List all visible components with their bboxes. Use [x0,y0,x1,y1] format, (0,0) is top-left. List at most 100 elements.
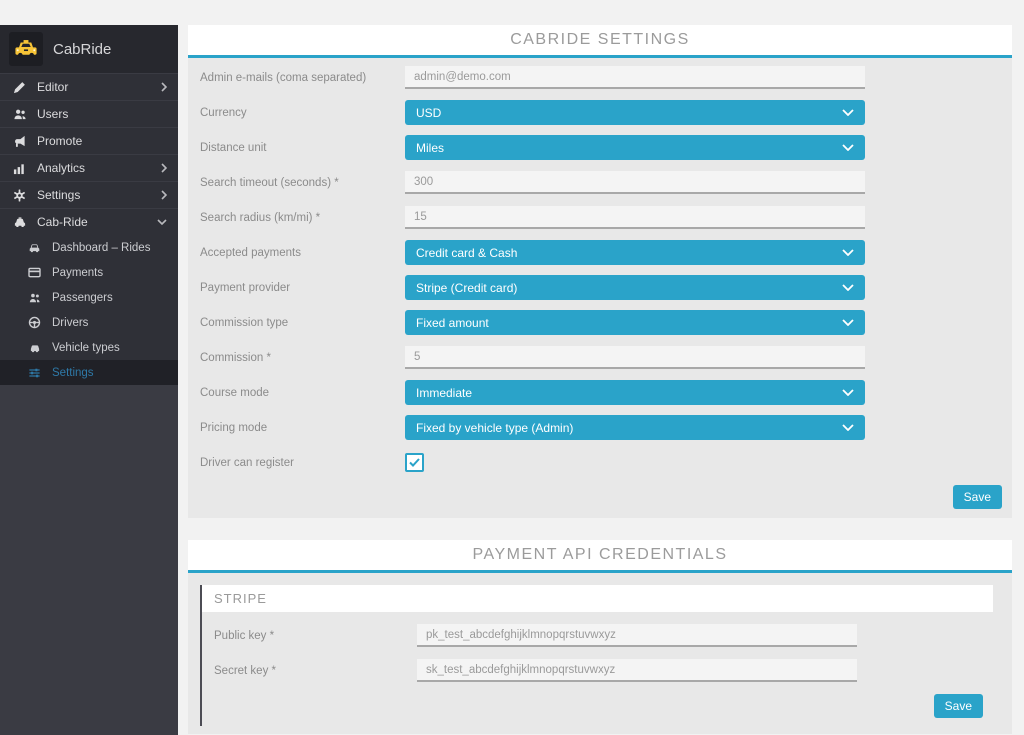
sidebar-item-label: Cab-Ride [37,215,88,229]
chevron-right-icon [161,190,167,200]
chevron-right-icon [161,82,167,92]
sliders-icon [26,367,43,379]
sidebar-subitem-label: Passengers [52,292,113,304]
payment-provider-select[interactable]: Stripe (Credit card) [405,275,865,300]
app-logo[interactable]: CabRide [0,25,178,73]
form-row: Driver can register [200,445,1002,480]
sidebar-item-promote[interactable]: Promote [0,127,178,154]
field-label: Driver can register [200,457,405,469]
field-label: Commission * [200,352,405,364]
field-label: Distance unit [200,142,405,154]
taxi-logo-icon [9,32,43,66]
check-icon [409,458,420,467]
form-row: Admin e-mails (coma separated) [200,60,1002,95]
stripe-group: STRIPE Public key * Secret key * Save [200,585,993,726]
sidebar-subitem-payments[interactable]: Payments [0,260,178,285]
sidebar-subitem-drivers[interactable]: Drivers [0,310,178,335]
sidebar-subitem-vehicle-types[interactable]: Vehicle types [0,335,178,360]
chevron-down-icon [842,144,854,151]
form-row: Distance unit Miles [200,130,1002,165]
sidebar-item-label: Editor [37,80,68,94]
field-label: Admin e-mails (coma separated) [200,72,405,84]
select-value: Credit card & Cash [416,246,517,260]
select-value: Stripe (Credit card) [416,281,517,295]
field-label: Commission type [200,317,405,329]
course-mode-select[interactable]: Immediate [405,380,865,405]
sidebar-item-users[interactable]: Users [0,100,178,127]
payment-api-credentials-panel: STRIPE Public key * Secret key * Save [188,573,1012,734]
accepted-payments-select[interactable]: Credit card & Cash [405,240,865,265]
admin-emails-input[interactable] [405,66,865,89]
field-label: Currency [200,107,405,119]
sidebar-subitem-label: Vehicle types [52,342,120,354]
select-value: Fixed by vehicle type (Admin) [416,421,573,435]
sidebar-subitem-label: Dashboard – Rides [52,242,150,254]
sidebar-subitem-label: Drivers [52,317,88,329]
secret-key-input[interactable] [417,659,857,682]
select-value: Fixed amount [416,316,489,330]
chevron-down-icon [842,249,854,256]
chevron-right-icon [161,163,167,173]
sidebar-item-cab-ride[interactable]: Cab-Ride [0,208,178,235]
sidebar-subitem-dashboard-rides[interactable]: Dashboard – Rides [0,235,178,260]
pencil-icon [11,81,28,94]
stripe-group-header: STRIPE [202,585,993,612]
form-row: Payment provider Stripe (Credit card) [200,270,1002,305]
main-content: CABRIDE SETTINGS Admin e-mails (coma sep… [188,25,1012,734]
sidebar-subitem-label: Payments [52,267,103,279]
payment-api-credentials-header: PAYMENT API CREDENTIALS [188,540,1012,573]
sidebar-subitem-passengers[interactable]: Passengers [0,285,178,310]
sidebar: CabRide Editor Users Promote [0,25,178,735]
form-row: Commission * [200,340,1002,375]
chevron-down-icon [157,219,167,225]
search-radius-input[interactable] [405,206,865,229]
sidebar-item-editor[interactable]: Editor [0,73,178,100]
commission-input[interactable] [405,346,865,369]
distance-unit-select[interactable]: Miles [405,135,865,160]
chevron-down-icon [842,389,854,396]
field-label: Pricing mode [200,422,405,434]
gear-icon [11,189,28,202]
search-timeout-input[interactable] [405,171,865,194]
form-row: Commission type Fixed amount [200,305,1002,340]
chevron-down-icon [842,284,854,291]
sidebar-item-settings[interactable]: Settings [0,181,178,208]
field-label: Search timeout (seconds) * [200,177,405,189]
form-row: Pricing mode Fixed by vehicle type (Admi… [200,410,1002,445]
sidebar-subitem-label: Settings [52,367,94,379]
sidebar-item-label: Promote [37,134,82,148]
app-title: CabRide [53,41,111,58]
driver-can-register-checkbox[interactable] [405,453,424,472]
commission-type-select[interactable]: Fixed amount [405,310,865,335]
sidebar-item-label: Users [37,107,68,121]
group-title: STRIPE [214,591,267,606]
currency-select[interactable]: USD [405,100,865,125]
sidebar-item-label: Settings [37,188,80,202]
sidebar-item-analytics[interactable]: Analytics [0,154,178,181]
sidebar-item-label: Analytics [37,161,85,175]
field-label: Course mode [200,387,405,399]
users-icon [11,108,28,121]
field-label: Secret key * [214,665,417,677]
form-row: Public key * [214,618,993,653]
passengers-icon [26,292,43,304]
field-label: Public key * [214,630,417,642]
sidebar-menu: Editor Users Promote Analytics [0,73,178,385]
taxi-icon [11,216,28,229]
field-label: Payment provider [200,282,405,294]
section-title: PAYMENT API CREDENTIALS [473,546,728,564]
public-key-input[interactable] [417,624,857,647]
credit-card-icon [26,267,43,278]
chevron-down-icon [842,109,854,116]
pricing-mode-select[interactable]: Fixed by vehicle type (Admin) [405,415,865,440]
bullhorn-icon [11,135,28,148]
section-title: CABRIDE SETTINGS [510,31,690,49]
form-row: Secret key * [214,653,993,688]
car-icon [26,342,43,354]
form-row: Search timeout (seconds) * [200,165,1002,200]
field-label: Accepted payments [200,247,405,259]
select-value: USD [416,106,441,120]
sidebar-subitem-settings[interactable]: Settings [0,360,178,385]
save-button[interactable]: Save [934,694,983,718]
save-button[interactable]: Save [953,485,1002,509]
